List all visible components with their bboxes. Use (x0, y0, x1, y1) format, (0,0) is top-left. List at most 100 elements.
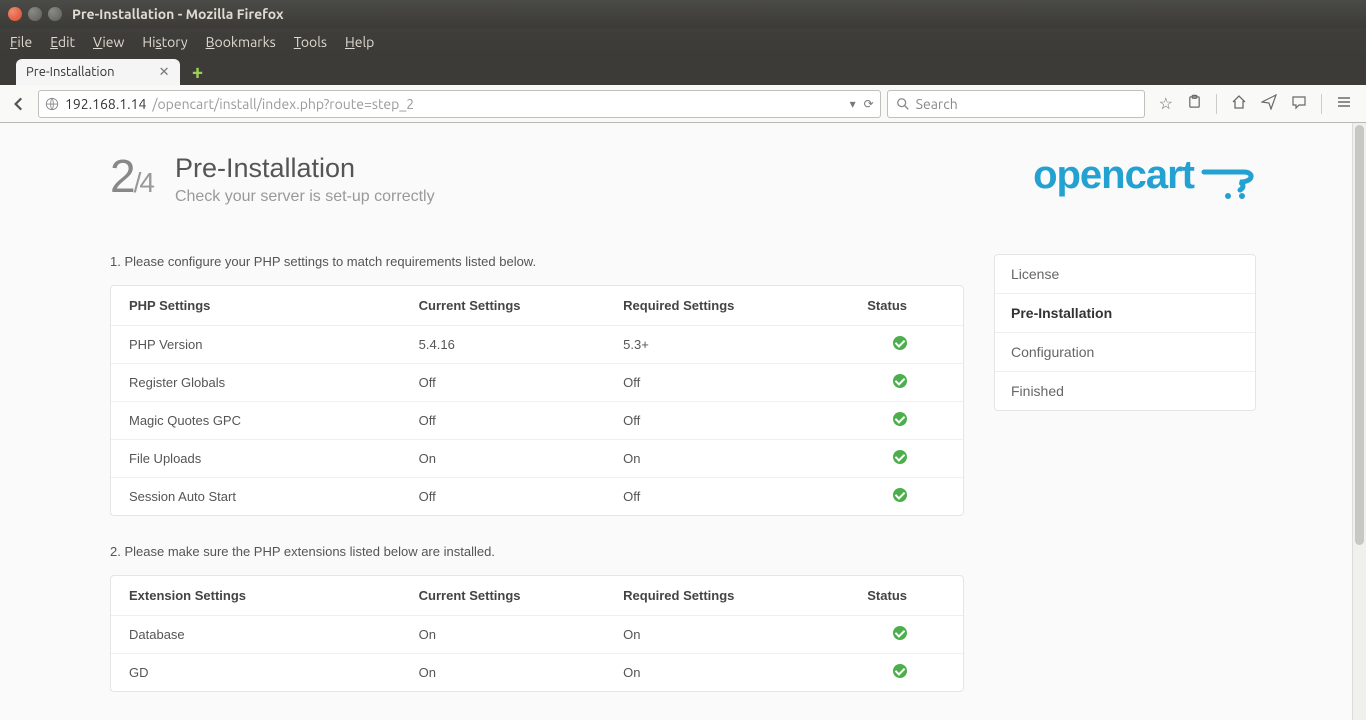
arrow-left-icon (10, 95, 28, 113)
setting-required: Off (605, 478, 844, 516)
col-header: Required Settings (605, 286, 844, 326)
table-row: Register GlobalsOffOff (111, 364, 963, 402)
back-button[interactable] (6, 91, 32, 117)
menubar: File Edit View History Bookmarks Tools H… (0, 28, 1366, 55)
tabstrip: Pre-Installation ✕ + (0, 55, 1366, 85)
setting-status (844, 402, 963, 440)
menu-help[interactable]: Help (345, 34, 374, 50)
url-path: /opencart/install/index.php?route=step_2 (152, 96, 414, 112)
table-row: Magic Quotes GPCOffOff (111, 402, 963, 440)
send-icon[interactable] (1261, 94, 1277, 114)
home-icon[interactable] (1231, 94, 1247, 114)
setting-current: Off (401, 402, 605, 440)
hamburger-menu-icon[interactable] (1336, 94, 1352, 114)
chat-icon[interactable] (1291, 94, 1307, 114)
url-bar[interactable]: 192.168.1.14/opencart/install/index.php?… (38, 90, 881, 118)
window-maximize-button[interactable] (48, 7, 62, 21)
window-close-button[interactable] (8, 7, 22, 21)
tab-close-icon[interactable]: ✕ (159, 65, 170, 80)
check-circle-icon (893, 412, 907, 426)
reload-icon[interactable]: ⟳ (864, 97, 874, 111)
page-viewport: 2/4 Pre-Installation Check your server i… (0, 123, 1366, 720)
vertical-scrollbar[interactable] (1352, 123, 1366, 720)
install-steps-list: LicensePre-InstallationConfigurationFini… (994, 254, 1256, 411)
col-header: Status (844, 576, 963, 616)
new-tab-button[interactable]: + (188, 62, 208, 82)
col-header: Current Settings (401, 286, 605, 326)
table-row: PHP Version5.4.165.3+ (111, 326, 963, 364)
setting-name: GD (111, 654, 401, 692)
tab-title: Pre-Installation (26, 65, 115, 79)
separator (1216, 94, 1217, 114)
section-1-label: 1. Please configure your PHP settings to… (110, 254, 964, 269)
setting-current: 5.4.16 (401, 326, 605, 364)
menu-file[interactable]: File (10, 34, 32, 50)
setting-required: Off (605, 402, 844, 440)
setting-required: On (605, 440, 844, 478)
clipboard-icon[interactable] (1187, 94, 1202, 114)
step-indicator: 2/4 (110, 153, 175, 199)
check-circle-icon (893, 374, 907, 388)
table-row: Session Auto StartOffOff (111, 478, 963, 516)
setting-name: Magic Quotes GPC (111, 402, 401, 440)
page-title: Pre-Installation (175, 153, 435, 184)
separator (1321, 94, 1322, 114)
setting-name: Session Auto Start (111, 478, 401, 516)
setting-required: On (605, 654, 844, 692)
table-row: DatabaseOnOn (111, 616, 963, 654)
dropdown-icon[interactable]: ▾ (850, 97, 856, 111)
search-bar[interactable]: Search (887, 90, 1145, 118)
setting-name: Database (111, 616, 401, 654)
extension-settings-panel: Extension Settings Current Settings Requ… (110, 575, 964, 692)
navigation-toolbar: 192.168.1.14/opencart/install/index.php?… (0, 85, 1366, 123)
setting-name: File Uploads (111, 440, 401, 478)
setting-required: 5.3+ (605, 326, 844, 364)
window-title: Pre-Installation - Mozilla Firefox (72, 6, 284, 22)
scrollbar-thumb[interactable] (1355, 125, 1364, 545)
page-subtitle: Check your server is set-up correctly (175, 188, 435, 206)
section-2-label: 2. Please make sure the PHP extensions l… (110, 544, 964, 559)
install-step-item[interactable]: License (995, 255, 1255, 294)
globe-icon (45, 97, 59, 111)
col-header: Status (844, 286, 963, 326)
table-row: GDOnOn (111, 654, 963, 692)
search-icon (896, 97, 910, 111)
url-host: 192.168.1.14 (65, 96, 146, 112)
col-header: Extension Settings (111, 576, 401, 616)
table-row: File UploadsOnOn (111, 440, 963, 478)
check-circle-icon (893, 488, 907, 502)
setting-status (844, 478, 963, 516)
setting-current: Off (401, 364, 605, 402)
php-settings-panel: PHP Settings Current Settings Required S… (110, 285, 964, 516)
menu-bookmarks[interactable]: Bookmarks (206, 34, 276, 50)
install-step-item[interactable]: Pre-Installation (995, 294, 1255, 333)
menu-tools[interactable]: Tools (294, 34, 327, 50)
window-minimize-button[interactable] (28, 7, 42, 21)
setting-required: Off (605, 364, 844, 402)
setting-current: On (401, 616, 605, 654)
col-header: PHP Settings (111, 286, 401, 326)
setting-current: On (401, 440, 605, 478)
setting-status (844, 364, 963, 402)
check-circle-icon (893, 336, 907, 350)
setting-status (844, 654, 963, 692)
setting-required: On (605, 616, 844, 654)
menu-history[interactable]: History (142, 34, 187, 50)
install-step-item[interactable]: Finished (995, 372, 1255, 410)
col-header: Current Settings (401, 576, 605, 616)
setting-name: PHP Version (111, 326, 401, 364)
install-step-item[interactable]: Configuration (995, 333, 1255, 372)
menu-edit[interactable]: Edit (50, 34, 75, 50)
search-placeholder: Search (916, 96, 958, 112)
check-circle-icon (893, 664, 907, 678)
menu-view[interactable]: View (93, 34, 124, 50)
setting-name: Register Globals (111, 364, 401, 402)
browser-tab[interactable]: Pre-Installation ✕ (16, 59, 180, 85)
window-titlebar: Pre-Installation - Mozilla Firefox (0, 0, 1366, 28)
setting-status (844, 326, 963, 364)
setting-status (844, 440, 963, 478)
check-circle-icon (893, 450, 907, 464)
setting-current: Off (401, 478, 605, 516)
bookmark-star-icon[interactable]: ☆ (1159, 94, 1173, 114)
col-header: Required Settings (605, 576, 844, 616)
